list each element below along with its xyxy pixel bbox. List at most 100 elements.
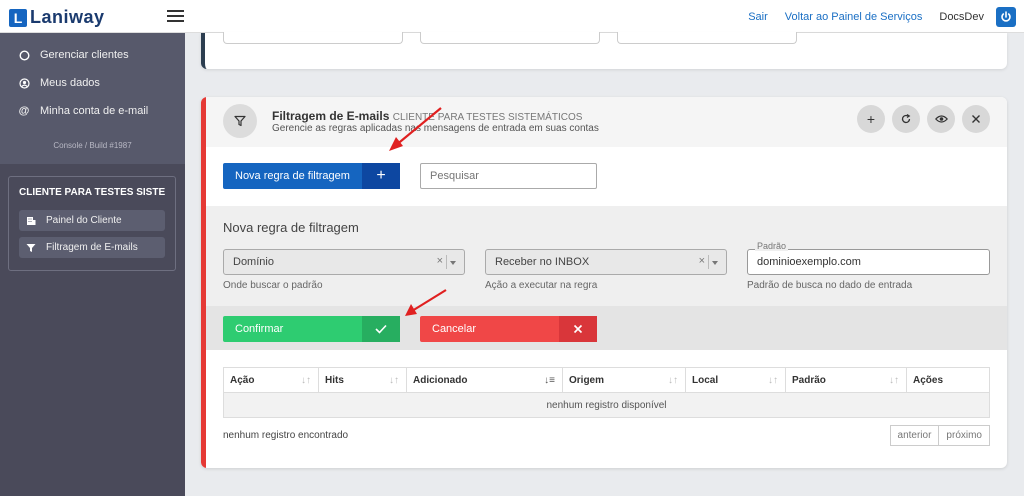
chevron-down-icon[interactable]	[712, 261, 718, 265]
new-rule-button[interactable]: Nova regra de filtragem +	[223, 163, 400, 189]
new-rule-label: Nova regra de filtragem	[235, 170, 350, 182]
chevron-down-icon[interactable]	[450, 261, 456, 265]
menu-icon[interactable]	[167, 10, 184, 23]
top-links: Sair Voltar ao Painel de Serviços DocsDe…	[731, 0, 1016, 33]
action-select[interactable]: Receber no INBOX ×	[485, 249, 727, 275]
logo-text: Laniway	[30, 7, 105, 27]
where-select[interactable]: Domínio ×	[223, 249, 465, 275]
pattern-value: dominioexemplo.com	[757, 256, 861, 268]
sidebar-item-email-filtering[interactable]: Filtragem de E-mails	[19, 237, 165, 258]
sidebar-item-my-data[interactable]: Meus dados	[0, 69, 185, 97]
build-info: Console / Build #1987	[53, 141, 132, 150]
sort-icon[interactable]: ↓↑	[301, 375, 311, 386]
rules-table: Ação ↓↑ Hits ↓↑ Adicionado ↓≡ Origem ↓↑ Loca…	[223, 367, 990, 418]
column-header[interactable]: Adicionado ↓≡	[406, 367, 563, 393]
card-header-buttons: +	[850, 105, 990, 133]
user-circle-icon	[18, 77, 30, 89]
previous-card-field	[420, 32, 600, 44]
previous-card-field	[617, 32, 797, 44]
cancel-label: Cancelar	[432, 323, 477, 335]
logo[interactable]: L Laniway	[9, 7, 105, 28]
column-label: Local	[692, 374, 719, 386]
at-icon: @	[18, 105, 30, 117]
table-row: nenhum registro disponível	[223, 392, 990, 418]
logo-mark: L	[9, 8, 27, 27]
prev-page-button[interactable]: anterior	[889, 425, 940, 446]
sidebar-item-client-panel[interactable]: Painel do Cliente	[19, 210, 165, 231]
sidebar-item-manage-clients[interactable]: Gerenciar clientes	[0, 41, 185, 69]
records-count: nenhum registro encontrado	[223, 430, 349, 441]
sidebar-item-email-account[interactable]: @ Minha conta de e-mail	[0, 97, 185, 125]
column-label: Ação	[230, 374, 255, 386]
column-header[interactable]: Padrão ↓↑	[785, 367, 907, 393]
sort-icon[interactable]: ↓↑	[668, 375, 678, 386]
table-header-row: Ação ↓↑ Hits ↓↑ Adicionado ↓≡ Origem ↓↑ Loca…	[223, 367, 990, 393]
circle-icon	[18, 49, 30, 61]
previous-card	[201, 32, 1007, 69]
confirm-label: Confirmar	[235, 323, 284, 335]
column-header[interactable]: Ação ↓↑	[223, 367, 319, 393]
column-header[interactable]: Origem ↓↑	[562, 367, 686, 393]
column-label: Adicionado	[413, 374, 468, 386]
column-header[interactable]: Local ↓↑	[685, 367, 786, 393]
client-panel: CLIENTE PARA TESTES SISTE... Painel do C…	[8, 176, 176, 271]
clear-icon[interactable]: ×	[699, 255, 705, 267]
where-hint: Onde buscar o padrão	[223, 280, 323, 291]
card-header: Filtragem de E-mails CLIENTE PARA TESTES…	[206, 97, 1007, 147]
sidebar-item-label: Gerenciar clientes	[40, 49, 129, 61]
sort-icon[interactable]: ↓↑	[768, 375, 778, 386]
form-title: Nova regra de filtragem	[223, 220, 359, 235]
sidebar-item-label: Minha conta de e-mail	[40, 105, 149, 117]
select-separator	[708, 255, 709, 269]
close-icon[interactable]	[962, 105, 990, 133]
refresh-icon[interactable]	[892, 105, 920, 133]
pattern-hint: Padrão de busca no dado de entrada	[747, 280, 913, 291]
logout-link[interactable]: Sair	[748, 11, 768, 23]
previous-card-field	[223, 32, 403, 44]
cancel-button[interactable]: Cancelar	[420, 316, 597, 342]
pattern-legend: Padrão	[755, 241, 789, 251]
client-link-label: Filtragem de E-mails	[46, 242, 138, 253]
confirm-button[interactable]: Confirmar	[223, 316, 400, 342]
filter-icon	[223, 104, 257, 138]
column-label: Padrão	[792, 374, 826, 386]
user-name: DocsDev	[939, 10, 984, 23]
plus-icon[interactable]: +	[857, 105, 885, 133]
client-link-label: Painel do Cliente	[46, 215, 122, 226]
building-icon	[26, 216, 37, 226]
new-rule-form: Nova regra de filtragem Domínio × Onde b…	[206, 206, 1007, 306]
card-description: Gerencie as regras aplicadas nas mensage…	[272, 123, 599, 134]
where-select-value: Domínio	[233, 256, 274, 268]
action-hint: Ação a executar na regra	[485, 280, 598, 291]
power-icon[interactable]	[996, 6, 1016, 27]
column-label: Origem	[569, 374, 605, 386]
select-separator	[446, 255, 447, 269]
top-bar: L Laniway Sair Voltar ao Painel de Servi…	[0, 0, 1024, 33]
sidebar-item-label: Meus dados	[40, 77, 100, 89]
eye-icon[interactable]	[927, 105, 955, 133]
clear-icon[interactable]: ×	[437, 255, 443, 267]
next-page-button[interactable]: próximo	[939, 425, 990, 446]
column-header: Ações	[906, 367, 990, 393]
sort-desc-icon[interactable]: ↓≡	[544, 375, 555, 386]
toolbar: Nova regra de filtragem +	[206, 147, 1007, 206]
empty-message: nenhum registro disponível	[223, 392, 990, 418]
sidebar: Gerenciar clientes Meus dados @ Minha co…	[0, 33, 185, 496]
plus-icon: +	[362, 163, 400, 189]
check-icon	[362, 316, 400, 342]
card-title: Filtragem de E-mails CLIENTE PARA TESTES…	[272, 109, 582, 123]
sort-icon[interactable]: ↓↑	[889, 375, 899, 386]
sort-icon[interactable]: ↓↑	[389, 375, 399, 386]
column-header[interactable]: Hits ↓↑	[318, 367, 407, 393]
back-to-services-link[interactable]: Voltar ao Painel de Serviços	[785, 11, 923, 23]
pattern-field[interactable]: dominioexemplo.com	[747, 249, 990, 275]
pagination: anterior próximo	[889, 425, 990, 446]
column-label: Hits	[325, 374, 344, 386]
client-title: CLIENTE PARA TESTES SISTE...	[19, 187, 165, 198]
email-filter-card: Filtragem de E-mails CLIENTE PARA TESTES…	[201, 97, 1007, 468]
filter-icon	[26, 243, 37, 253]
card-client-name: CLIENTE PARA TESTES SISTEMÁTICOS	[392, 112, 583, 123]
search-input[interactable]	[420, 163, 597, 189]
form-actions: Confirmar Cancelar	[206, 306, 1007, 350]
close-icon	[559, 316, 597, 342]
